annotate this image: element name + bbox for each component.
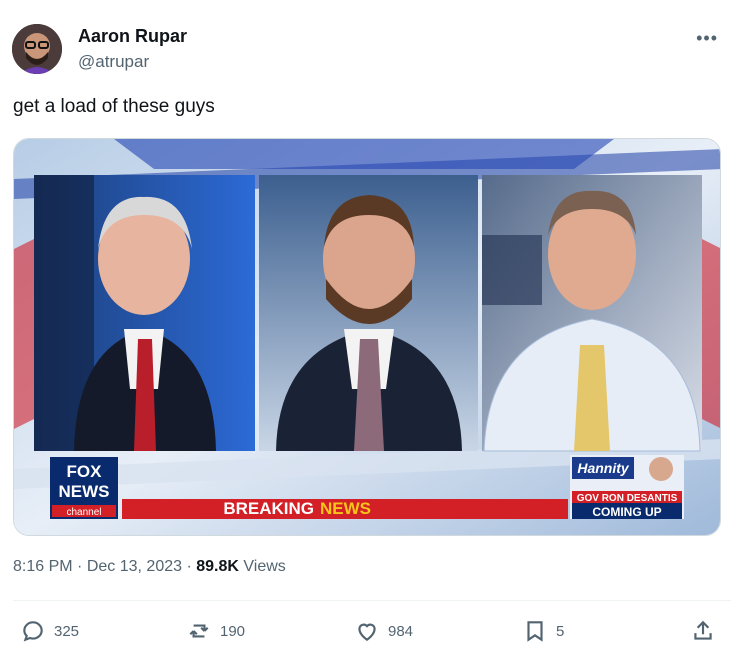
repost-icon (189, 624, 209, 638)
video-panel-center (259, 175, 478, 451)
share-icon (694, 620, 712, 640)
tweet-meta: 8:16 PM · Dec 13, 2023 · 89.8K Views (13, 558, 286, 576)
more-options-icon[interactable]: ••• (696, 28, 718, 49)
svg-text:Hannity: Hannity (577, 460, 630, 476)
tweet-date[interactable]: Dec 13, 2023 (87, 558, 182, 575)
breaking-news-banner: BREAKING NEWS (122, 499, 568, 519)
avatar[interactable] (12, 24, 62, 74)
repost-count: 190 (220, 622, 246, 640)
tweet-media-image[interactable]: FOX NEWS channel BREAKING NEWS Hannity G… (13, 138, 721, 536)
author-name[interactable]: Aaron Rupar (78, 26, 187, 47)
views-label: Views (243, 558, 286, 575)
bookmark-icon (527, 621, 543, 642)
bookmark-count: 5 (556, 622, 565, 640)
svg-text:BREAKING: BREAKING (223, 499, 314, 518)
svg-text:FOX: FOX (67, 462, 103, 481)
svg-text:GOV RON DESANTIS: GOV RON DESANTIS (577, 493, 678, 504)
reply-button[interactable]: 325 (20, 618, 79, 644)
fox-news-logo: FOX NEWS channel (50, 457, 118, 519)
tweet-time[interactable]: 8:16 PM (13, 558, 73, 575)
video-panel-left (34, 175, 255, 451)
reply-count: 325 (54, 622, 80, 640)
bookmark-button[interactable]: 5 (522, 618, 564, 644)
divider (13, 600, 731, 601)
reply-icon (23, 621, 43, 642)
svg-text:NEWS: NEWS (59, 482, 110, 501)
repost-button[interactable]: 190 (186, 618, 245, 644)
tweet-header: Aaron Rupar @atrupar ••• (12, 22, 732, 74)
video-panel-right (482, 175, 702, 452)
author-handle[interactable]: @atrupar (78, 52, 149, 72)
svg-text:channel: channel (66, 507, 101, 518)
action-bar: 325 190 984 5 (0, 612, 744, 652)
heart-icon (358, 623, 376, 641)
like-count: 984 (388, 622, 414, 640)
tweet-text: get a load of these guys (13, 96, 215, 117)
share-button[interactable] (690, 618, 716, 644)
svg-text:COMING UP: COMING UP (592, 505, 661, 519)
views-count: 89.8K (196, 558, 239, 575)
svg-text:NEWS: NEWS (320, 499, 371, 518)
hannity-promo: Hannity GOV RON DESANTIS COMING UP (570, 455, 684, 519)
meta-separator: · (186, 558, 192, 575)
meta-separator: · (77, 558, 83, 575)
like-button[interactable]: 984 (354, 618, 413, 644)
